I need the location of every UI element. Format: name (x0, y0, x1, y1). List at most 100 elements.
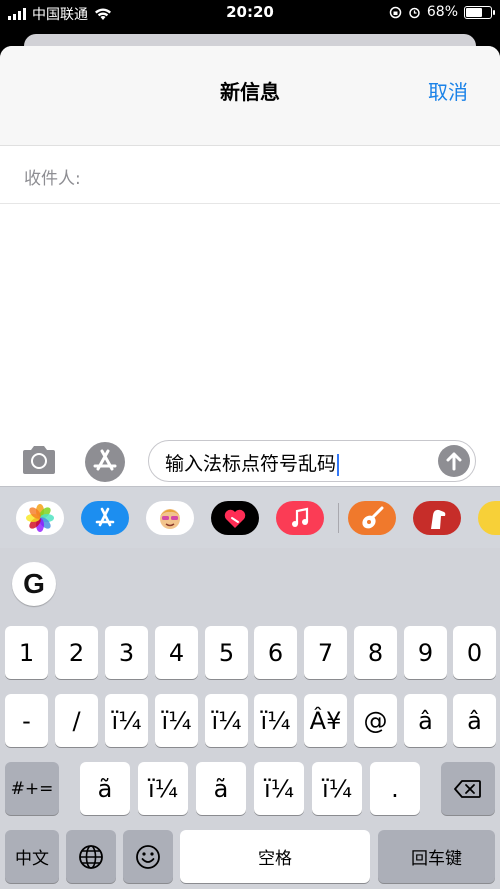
key-garbled-quote[interactable]: â (404, 694, 447, 747)
globe-key[interactable] (66, 830, 116, 883)
key-label: - (22, 706, 31, 735)
key-label: ï¼ (211, 706, 242, 735)
heart-icon (224, 509, 246, 528)
music-note-icon (292, 507, 309, 527)
garageband-app-button[interactable] (348, 501, 396, 535)
language-key[interactable]: 中文 (5, 830, 59, 883)
key-3[interactable]: 3 (105, 626, 148, 679)
key-label: @ (363, 706, 388, 735)
emoji-key[interactable] (123, 830, 173, 883)
battery-icon (464, 5, 495, 19)
key-label: 6 (267, 638, 284, 667)
globe-icon (79, 844, 103, 869)
recipient-row: 收件人: (0, 146, 500, 204)
key-0[interactable]: 0 (453, 626, 496, 679)
key-garbled-symbol[interactable]: ï¼ (254, 694, 297, 747)
key-garbled-yen[interactable]: Â¥ (304, 694, 347, 747)
key-label: 中文 (15, 849, 49, 869)
guitar-icon (362, 506, 384, 529)
partial-app-button[interactable] (478, 501, 500, 535)
key-6[interactable]: 6 (254, 626, 297, 679)
key-label: . (391, 774, 399, 803)
key-label: 回车键 (411, 849, 462, 869)
key-garbled-symbol[interactable]: ï¼ (155, 694, 198, 747)
key-label: 0 (466, 638, 483, 667)
key-garbled-symbol[interactable]: ï¼ (205, 694, 248, 747)
key-garbled-punctuation[interactable]: ã (80, 762, 130, 815)
key-label: 5 (218, 638, 235, 667)
camera-button[interactable] (20, 444, 58, 476)
keyboard: G 1 2 3 4 5 6 7 8 9 0 - / ï¼ ï¼ ï¼ ï¼ Â¥… (0, 486, 500, 889)
google-g-label: G (23, 568, 45, 599)
memoji-icon (160, 509, 180, 529)
key-label: ï¼ (322, 774, 352, 803)
key-garbled-punctuation[interactable]: ï¼ (138, 762, 188, 815)
key-garbled-punctuation[interactable]: ï¼ (254, 762, 304, 815)
key-garbled-symbol[interactable]: ï¼ (105, 694, 148, 747)
key-label: 7 (317, 638, 334, 667)
key-8[interactable]: 8 (354, 626, 397, 679)
key-label: #+= (10, 778, 54, 799)
app-drawer (0, 486, 500, 548)
key-label: ï¼ (111, 706, 142, 735)
send-button[interactable] (438, 445, 470, 477)
alarm-icon (409, 7, 420, 18)
backspace-icon (454, 779, 481, 798)
key-label: â (467, 706, 482, 735)
key-garbled-quote[interactable]: â (453, 694, 496, 747)
memoji-app-button[interactable] (146, 501, 194, 535)
page-title: 新信息 (220, 80, 280, 104)
key-label: 空格 (258, 849, 292, 869)
key-label: 1 (18, 638, 35, 667)
appstore-app-button[interactable] (81, 501, 129, 535)
key-hyphen[interactable]: - (5, 694, 48, 747)
key-2[interactable]: 2 (55, 626, 98, 679)
key-slash[interactable]: / (55, 694, 98, 747)
key-label: Â¥ (309, 706, 342, 735)
key-period[interactable]: . (370, 762, 420, 815)
key-label: 3 (118, 638, 135, 667)
compose-bar: 输入法标点符号乱码 (0, 436, 500, 486)
recipient-label: 收件人: (24, 169, 81, 189)
key-label: ï¼ (161, 706, 192, 735)
key-5[interactable]: 5 (205, 626, 248, 679)
app-store-icon (93, 449, 117, 471)
message-value: 输入法标点符号乱码 (165, 453, 337, 475)
return-key[interactable]: 回车键 (378, 830, 495, 883)
key-label: ï¼ (148, 774, 178, 803)
key-at[interactable]: @ (354, 694, 397, 747)
digital-touch-app-button[interactable] (211, 501, 259, 535)
key-9[interactable]: 9 (404, 626, 447, 679)
key-label: 2 (68, 638, 85, 667)
photos-app-button[interactable] (16, 501, 64, 535)
key-garbled-punctuation[interactable]: ã (196, 762, 246, 815)
dog-app-button[interactable] (413, 501, 461, 535)
key-1[interactable]: 1 (5, 626, 48, 679)
arrow-up-icon (446, 452, 462, 471)
key-label: ã (213, 774, 229, 803)
battery-percentage: 68% (426, 4, 458, 20)
orientation-lock-icon (389, 6, 402, 18)
key-label: â (418, 706, 433, 735)
navigation-bar: 新信息 取消 (0, 46, 500, 146)
space-key[interactable]: 空格 (180, 830, 370, 883)
photos-icon (26, 504, 54, 532)
music-app-button[interactable] (276, 501, 324, 535)
app-drawer-divider (338, 503, 339, 533)
google-keyboard-button[interactable]: G (12, 562, 56, 606)
smiley-icon (136, 844, 160, 869)
delete-key[interactable] (441, 762, 495, 815)
app-store-button[interactable] (85, 442, 125, 482)
dog-icon (431, 509, 446, 529)
key-garbled-punctuation[interactable]: ï¼ (312, 762, 362, 815)
key-label: / (72, 706, 81, 735)
recipient-input[interactable] (96, 156, 476, 194)
key-4[interactable]: 4 (155, 626, 198, 679)
battery-fill (466, 7, 483, 17)
symbols-shift-key[interactable]: #+= (5, 762, 59, 815)
key-7[interactable]: 7 (304, 626, 347, 679)
camera-icon (23, 446, 55, 474)
cancel-button[interactable]: 取消 (428, 76, 468, 105)
message-input[interactable]: 输入法标点符号乱码 (148, 440, 476, 482)
key-label: ï¼ (260, 706, 291, 735)
